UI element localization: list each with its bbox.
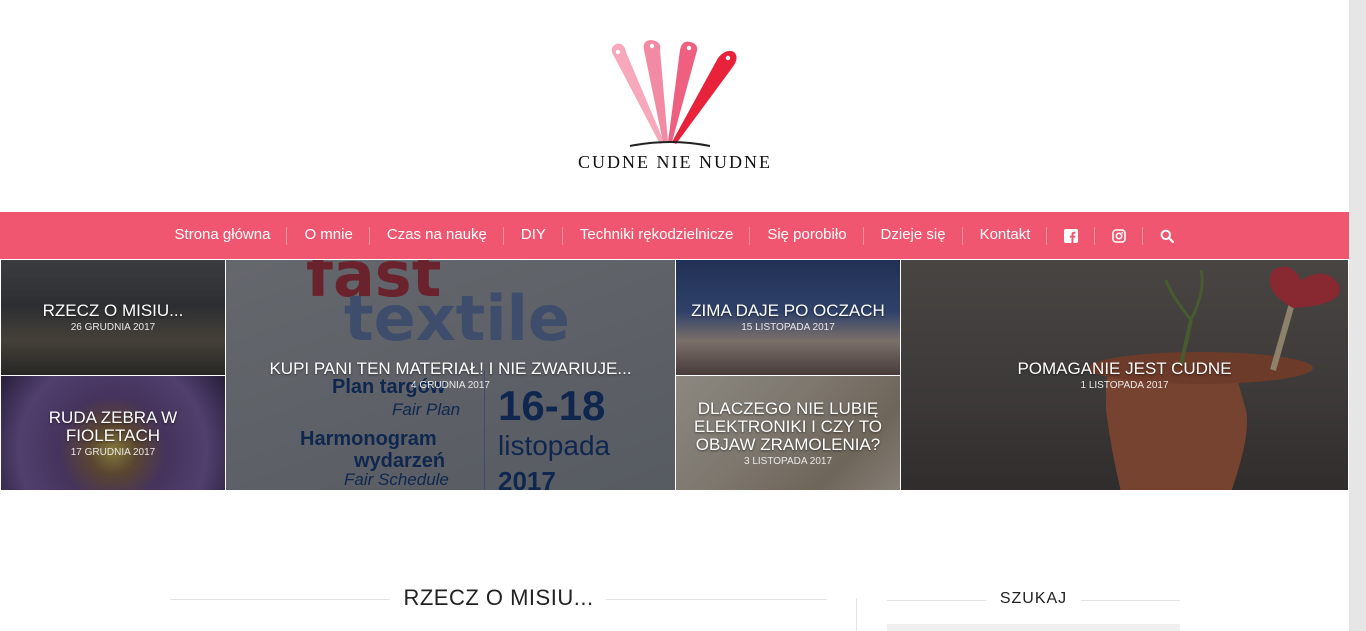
featured-date: 15 LISTOPADA 2017 bbox=[741, 322, 835, 333]
sidebar-search-input[interactable] bbox=[887, 624, 1180, 631]
featured-post-elektronika[interactable]: DLACZEGO NIE LUBIĘ ELEKTRONIKI I CZY TO … bbox=[675, 375, 901, 491]
featured-date: 3 LISTOPADA 2017 bbox=[743, 455, 833, 467]
featured-post-pomaganie[interactable]: POMAGANIE JEST CUDNE 1 LISTOPADA 2017 bbox=[900, 259, 1349, 491]
content-sidebar-divider bbox=[856, 598, 857, 631]
featured-post-ruda-zebra[interactable]: RUDA ZEBRA W FIOLETACH 17 GRUDNIA 2017 bbox=[0, 375, 226, 491]
logo-text: CUDNE NIE NUDNE bbox=[578, 152, 772, 172]
instagram-icon bbox=[1112, 228, 1127, 243]
featured-post-rzecz-o-misiu[interactable]: RZECZ O MISIU... 26 GRUDNIA 2017 bbox=[0, 259, 226, 376]
featured-post-kupi-pani[interactable]: fast textile Plan targów Fair Plan 16-18… bbox=[225, 259, 676, 491]
nav-item-strona-glowna[interactable]: Strona główna bbox=[158, 212, 288, 259]
page-scrollbar[interactable] bbox=[1349, 0, 1366, 631]
nav-item-czas-na-nauke[interactable]: Czas na naukę bbox=[370, 212, 504, 259]
logo-fan-icon bbox=[611, 40, 737, 147]
featured-date: 26 GRUDNIA 2017 bbox=[70, 322, 156, 333]
sidebar-heading: SZUKAJ bbox=[887, 590, 1180, 608]
featured-title[interactable]: RZECZ O MISIU... bbox=[43, 302, 184, 320]
facebook-icon bbox=[1064, 228, 1079, 243]
featured-title[interactable]: DLACZEGO NIE LUBIĘ ELEKTRONIKI I CZY TO … bbox=[676, 399, 900, 454]
featured-date: 17 GRUDNIA 2017 bbox=[70, 446, 156, 458]
search-button[interactable] bbox=[1143, 212, 1191, 259]
post-title: RZECZ O MISIU... bbox=[170, 585, 827, 611]
nav-item-diy[interactable]: DIY bbox=[504, 212, 563, 259]
featured-title[interactable]: KUPI PANI TEN MATERIAŁ! I NIE ZWARIUJE..… bbox=[269, 359, 631, 378]
nav-item-sie-porobilo[interactable]: Się porobiło bbox=[750, 212, 864, 259]
nav-item-dzieje-sie[interactable]: Dzieje się bbox=[864, 212, 963, 259]
instagram-link[interactable] bbox=[1095, 212, 1144, 259]
featured-title[interactable]: POMAGANIE JEST CUDNE bbox=[1017, 359, 1231, 378]
featured-date: 1 LISTOPADA 2017 bbox=[1080, 379, 1169, 391]
main-heading-block: RZECZ O MISIU... bbox=[170, 585, 827, 615]
featured-post-zima[interactable]: ZIMA DAJE PO OCZACH 15 LISTOPADA 2017 bbox=[675, 259, 901, 376]
facebook-link[interactable] bbox=[1047, 212, 1096, 259]
search-icon bbox=[1161, 229, 1175, 243]
sidebar-search-widget: SZUKAJ bbox=[887, 590, 1180, 610]
sidebar-heading-text: SZUKAJ bbox=[985, 590, 1082, 607]
featured-title[interactable]: RUDA ZEBRA W FIOLETACH bbox=[1, 408, 225, 445]
main-nav: Strona główna O mnie Czas na naukę DIY T… bbox=[0, 212, 1349, 259]
nav-item-techniki[interactable]: Techniki rękodzielnicze bbox=[563, 212, 751, 259]
nav-item-o-mnie[interactable]: O mnie bbox=[287, 212, 371, 259]
featured-grid: RZECZ O MISIU... 26 GRUDNIA 2017 RUDA ZE… bbox=[0, 259, 1349, 491]
featured-title[interactable]: ZIMA DAJE PO OCZACH bbox=[691, 302, 885, 320]
site-logo[interactable]: CUDNE NIE NUDNE bbox=[560, 38, 790, 178]
nav-item-kontakt[interactable]: Kontakt bbox=[963, 212, 1048, 259]
post-title-text[interactable]: RZECZ O MISIU... bbox=[391, 585, 606, 610]
featured-date: 4 GRUDNIA 2017 bbox=[411, 379, 490, 391]
